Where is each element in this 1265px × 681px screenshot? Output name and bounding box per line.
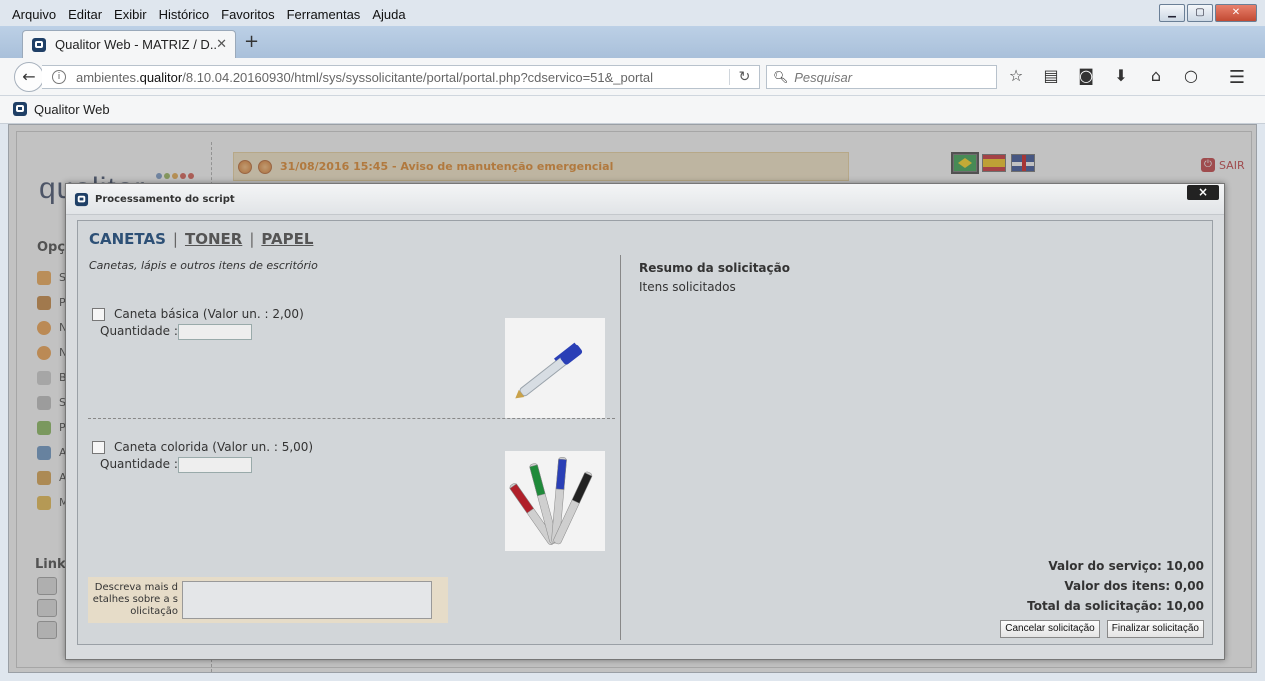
- site-info-icon[interactable]: i: [52, 70, 66, 84]
- home-icon[interactable]: ⌂: [1145, 66, 1167, 85]
- category-tabs: CANETAS | TONER | PAPEL: [89, 230, 313, 248]
- menu-ferramentas[interactable]: Ferramentas: [281, 7, 367, 22]
- menu-ajuda[interactable]: Ajuda: [366, 7, 411, 22]
- totals: Valor do serviço: 10,00 Valor dos itens:…: [1027, 556, 1204, 616]
- item-checkbox[interactable]: [92, 441, 105, 454]
- window-controls: ▁ ▢ ✕: [1159, 4, 1257, 22]
- quantity-label: Quantidade :: [100, 324, 178, 338]
- search-icon: 🔍︎: [773, 70, 789, 84]
- chat-icon[interactable]: ○: [1180, 66, 1202, 85]
- bookmark-label: Qualitor Web: [34, 101, 110, 117]
- dialog-titlebar: Processamento do script: [66, 184, 1224, 215]
- colored-pens-icon: [505, 451, 605, 551]
- category-description: Canetas, lápis e outros itens de escritó…: [89, 259, 318, 272]
- download-icon[interactable]: ⬇: [1110, 66, 1132, 85]
- browser-tab[interactable]: Qualitor Web - MATRIZ / D... ✕: [22, 30, 236, 58]
- tab-toner[interactable]: TONER: [185, 230, 242, 248]
- qualitor-bookmark-icon: [13, 102, 27, 116]
- cancel-button[interactable]: Cancelar solicitação: [1000, 620, 1100, 638]
- pocket-icon[interactable]: ◙: [1075, 66, 1097, 85]
- menu-arquivo[interactable]: Arquivo: [6, 7, 62, 22]
- colored-pens-image: [505, 451, 605, 551]
- pen-icon: [505, 318, 605, 418]
- qualitor-dialog-icon: [74, 192, 89, 206]
- reload-icon[interactable]: ↻: [729, 69, 759, 85]
- menu-hamburger-icon[interactable]: ☰: [1229, 67, 1245, 88]
- minimize-button[interactable]: ▁: [1159, 4, 1185, 22]
- back-button[interactable]: ←: [14, 62, 44, 92]
- search-input[interactable]: 🔍︎ Pesquisar: [766, 65, 997, 89]
- panel-divider: [620, 255, 621, 640]
- menu-historico[interactable]: Histórico: [153, 7, 216, 22]
- bookmark-qualitor[interactable]: Qualitor Web: [12, 101, 110, 117]
- url-path: /8.10.04.20160930/html/sys/syssolicitant…: [182, 69, 654, 85]
- browser-window: Arquivo Editar Exibir Histórico Favorito…: [0, 0, 1265, 681]
- menu-exibir[interactable]: Exibir: [108, 7, 153, 22]
- url-text[interactable]: ambientes.qualitor/8.10.04.20160930/html…: [76, 70, 729, 85]
- service-value: Valor do serviço: 10,00: [1048, 559, 1204, 573]
- url-prefix: ambientes.: [76, 69, 140, 85]
- item-name: Caneta básica (Valor un. : 2,00): [114, 307, 304, 321]
- item-divider: [88, 418, 615, 419]
- tab-canetas[interactable]: CANETAS: [89, 230, 166, 248]
- dialog-panel: CANETAS | TONER | PAPEL Canetas, lápis e…: [77, 220, 1213, 645]
- tab-separator: |: [249, 230, 255, 248]
- script-dialog: Processamento do script × CANETAS | TONE…: [65, 183, 1225, 660]
- toolbar-icons: ☆ ▤ ◙ ⬇ ⌂ ○: [1005, 66, 1202, 85]
- summary-title: Resumo da solicitação: [639, 261, 790, 275]
- quantity-label: Quantidade :: [100, 457, 178, 471]
- item-checkbox[interactable]: [92, 308, 105, 321]
- maximize-button[interactable]: ▢: [1187, 4, 1213, 22]
- bookmarks-bar: Qualitor Web: [0, 96, 1265, 124]
- url-domain: qualitor: [139, 69, 183, 85]
- details-section: Descreva mais d etalhes sobre a s olicit…: [88, 577, 448, 623]
- quantity-input[interactable]: [178, 457, 252, 473]
- finish-button[interactable]: Finalizar solicitação: [1106, 620, 1204, 638]
- details-textarea[interactable]: [182, 581, 432, 619]
- tab-title: Qualitor Web - MATRIZ / D...: [55, 37, 217, 52]
- window-close-button[interactable]: ✕: [1215, 4, 1257, 22]
- bookmark-star-icon[interactable]: ☆: [1005, 66, 1027, 85]
- tab-separator: |: [172, 230, 178, 248]
- quantity-input[interactable]: [178, 324, 252, 340]
- summary-subtitle: Itens solicitados: [639, 280, 736, 294]
- menu-editar[interactable]: Editar: [62, 7, 108, 22]
- dialog-title: Processamento do script: [95, 193, 235, 205]
- tab-close-icon[interactable]: ✕: [216, 37, 227, 52]
- menu-favoritos[interactable]: Favoritos: [215, 7, 280, 22]
- qualitor-favicon-icon: [32, 37, 46, 52]
- tab-papel[interactable]: PAPEL: [261, 230, 313, 248]
- tab-strip: Qualitor Web - MATRIZ / D... ✕: [0, 26, 1265, 58]
- dialog-actions: Cancelar solicitação Finalizar solicitaç…: [1000, 620, 1204, 638]
- details-label: Descreva mais d etalhes sobre a s olicit…: [92, 582, 178, 617]
- basic-pen-image: [505, 318, 605, 418]
- dialog-close-button[interactable]: ×: [1187, 185, 1219, 200]
- item-name: Caneta colorida (Valor un. : 5,00): [114, 440, 314, 454]
- items-value: Valor dos itens: 0,00: [1064, 579, 1204, 593]
- total-value: Total da solicitação: 10,00: [1027, 599, 1204, 613]
- reading-list-icon[interactable]: ▤: [1040, 66, 1062, 85]
- url-bar[interactable]: i ambientes.qualitor/8.10.04.20160930/ht…: [42, 65, 760, 89]
- navigation-bar: ← i ambientes.qualitor/8.10.04.20160930/…: [0, 58, 1265, 96]
- search-placeholder: Pesquisar: [794, 69, 853, 85]
- menu-bar: Arquivo Editar Exibir Histórico Favorito…: [6, 3, 412, 25]
- new-tab-button[interactable]: +: [244, 31, 259, 52]
